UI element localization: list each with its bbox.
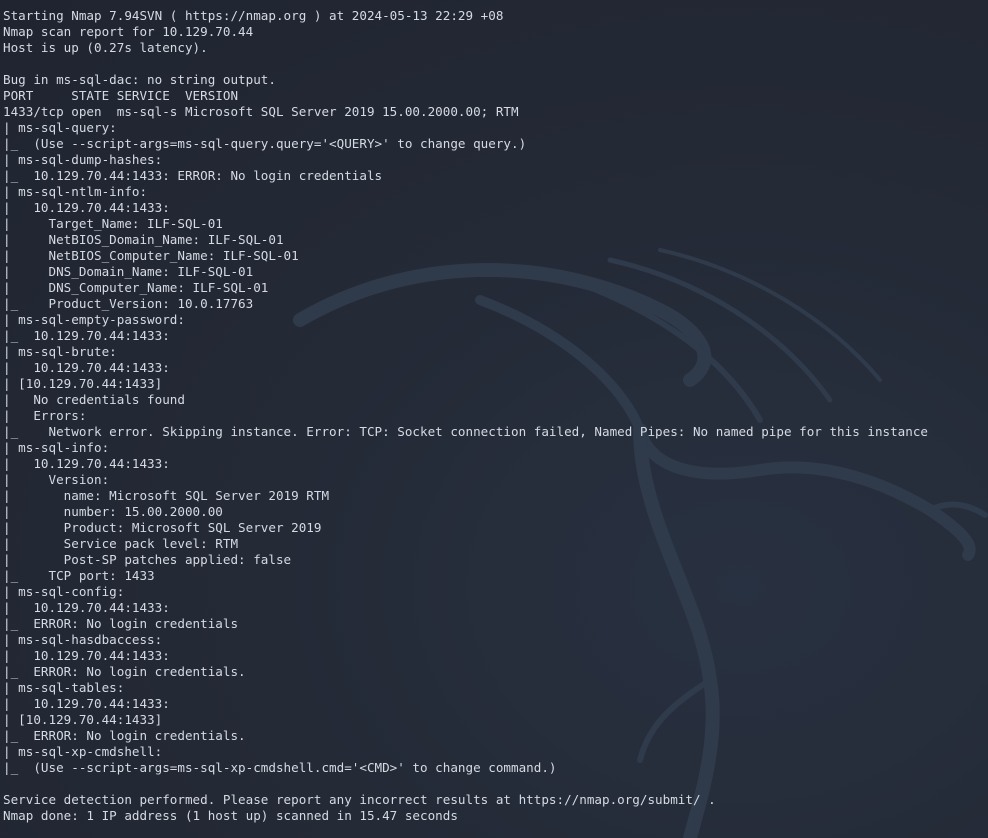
output-line: | 10.129.70.44:1433: [3,600,170,615]
output-line: Bug in ms-sql-dac: no string output. [3,72,276,87]
output-line: | ms-sql-empty-password: [3,312,185,327]
output-line: 1433/tcp open ms-sql-s Microsoft SQL Ser… [3,104,519,119]
output-line: | [10.129.70.44:1433] [3,712,163,727]
output-line: | ms-sql-dump-hashes: [3,152,163,167]
output-line: | 10.129.70.44:1433: [3,456,170,471]
command-prompt-line: └─$ nmap -sV -sC -p 1433 --script ms-sql… [3,0,988,8]
output-line: | Version: [3,472,110,487]
output-line: |_ Network error. Skipping instance. Err… [3,424,929,439]
output-line: | Product: Microsoft SQL Server 2019 [3,520,322,535]
output-line: |_ ERROR: No login credentials [3,616,239,631]
output-line: | 10.129.70.44:1433: [3,648,170,663]
output-line: Nmap done: 1 IP address (1 host up) scan… [3,808,458,823]
output-line: Starting Nmap 7.94SVN ( https://nmap.org… [3,8,504,23]
output-line: | NetBIOS_Computer_Name: ILF-SQL-01 [3,248,299,263]
scan-output: Starting Nmap 7.94SVN ( https://nmap.org… [3,8,988,824]
output-line: | DNS_Domain_Name: ILF-SQL-01 [3,264,254,279]
output-line: |_ (Use --script-args=ms-sql-query.query… [3,136,527,151]
output-line: | name: Microsoft SQL Server 2019 RTM [3,488,330,503]
output-line: | NetBIOS_Domain_Name: ILF-SQL-01 [3,232,284,247]
terminal-output: └─$ nmap -sV -sC -p 1433 --script ms-sql… [3,0,988,824]
output-line: | 10.129.70.44:1433: [3,200,170,215]
output-line: |_ TCP port: 1433 [3,568,155,583]
output-line: |_ (Use --script-args=ms-sql-xp-cmdshell… [3,760,557,775]
output-line: | ms-sql-config: [3,584,125,599]
output-line: | Errors: [3,408,87,423]
output-line: | 10.129.70.44:1433: [3,360,170,375]
output-line: Host is up (0.27s latency). [3,40,208,55]
output-line: | Post-SP patches applied: false [3,552,292,567]
output-line: | Service pack level: RTM [3,536,239,551]
output-line: | DNS_Computer_Name: ILF-SQL-01 [3,280,269,295]
output-line: |_ Product_Version: 10.0.17763 [3,296,254,311]
output-line: | ms-sql-ntlm-info: [3,184,148,199]
output-line: | ms-sql-brute: [3,344,117,359]
output-line: | number: 15.00.2000.00 [3,504,223,519]
output-line: | Target_Name: ILF-SQL-01 [3,216,223,231]
output-line: | [10.129.70.44:1433] [3,376,163,391]
output-line: | ms-sql-tables: [3,680,125,695]
output-line: | ms-sql-query: [3,120,117,135]
output-line: |_ 10.129.70.44:1433: ERROR: No login cr… [3,168,383,183]
output-line: | 10.129.70.44:1433: [3,696,170,711]
output-line: Service detection performed. Please repo… [3,792,716,807]
output-line: | ms-sql-xp-cmdshell: [3,744,163,759]
output-line: |_ ERROR: No login credentials. [3,664,246,679]
output-line: | ms-sql-hasdbaccess: [3,632,163,647]
output-line: |_ 10.129.70.44:1433: [3,328,170,343]
output-line: |_ ERROR: No login credentials. [3,728,246,743]
output-line: | No credentials found [3,392,185,407]
output-line: | ms-sql-info: [3,440,110,455]
output-line: Nmap scan report for 10.129.70.44 [3,24,254,39]
output-line: PORT STATE SERVICE VERSION [3,88,239,103]
